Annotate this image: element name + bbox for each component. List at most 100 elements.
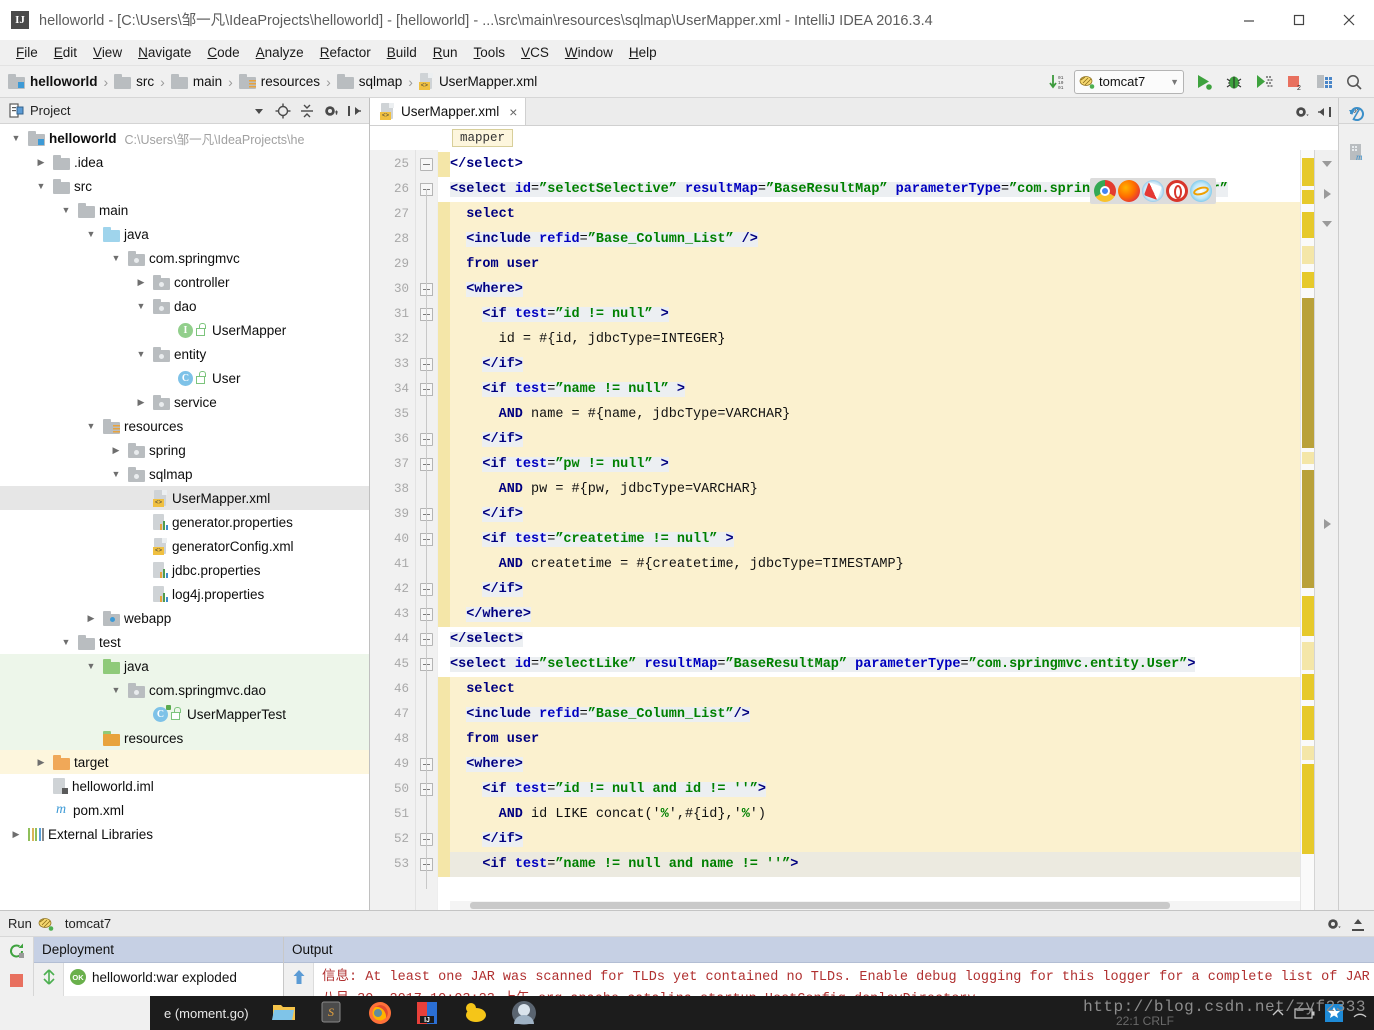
intellij-icon[interactable]: IJ [415,1000,441,1026]
browser-launch-popup[interactable] [1090,178,1216,204]
chevron-down-icon[interactable]: ▼ [108,685,124,695]
refresh-icon[interactable] [1345,102,1369,126]
code-line[interactable]: </if> [450,502,1300,527]
breadcrumb-sqlmap[interactable]: sqlmap [336,74,402,89]
close-icon[interactable]: × [509,104,517,120]
prev-occurrence-icon[interactable] [1317,214,1337,234]
breadcrumb-helloworld[interactable]: helloworld [8,74,98,89]
maven-projects-icon[interactable]: m [1345,140,1369,164]
chevron-right-icon[interactable]: ▶ [133,277,149,288]
chevron-down-icon[interactable]: ▼ [133,349,149,359]
breadcrumb-src[interactable]: src [114,74,154,89]
menu-item-edit[interactable]: Edit [46,43,85,62]
minimize-icon[interactable] [1224,0,1274,40]
firefox-icon[interactable] [1118,180,1140,202]
tree-node-spring[interactable]: ▶ spring [0,438,369,462]
gear-icon[interactable] [1324,914,1344,934]
code-text-area[interactable]: </select> <select id=”selectSelective” re… [450,150,1300,910]
tree-node-sqlmap[interactable]: ▼ sqlmap [0,462,369,486]
deployment-item[interactable]: OK helloworld:war exploded [64,963,283,985]
tree-node-resources[interactable]: · resources [0,726,369,750]
tree-node-resources[interactable]: ▼ resources [0,414,369,438]
code-line[interactable]: <include refid=”Base_Column_List” /> [450,227,1300,252]
chevron-down-icon[interactable]: ▼ [108,469,124,479]
code-line[interactable]: </if> [450,352,1300,377]
code-line[interactable]: <if test=”name != null” > [450,377,1300,402]
tree-node-com-springmvc-dao[interactable]: ▼ com.springmvc.dao [0,678,369,702]
code-line[interactable]: AND id LIKE concat('%',#{id},'%') [450,802,1300,827]
chevron-down-icon[interactable] [1317,154,1337,174]
tree-node-java[interactable]: ▼ java [0,654,369,678]
rerun-icon[interactable] [7,941,27,961]
opera-icon[interactable] [1166,180,1188,202]
horizontal-scroll-thumb[interactable] [470,902,1170,909]
tree-node-jdbc-properties[interactable]: · jdbc.properties [0,558,369,582]
code-line[interactable]: <if test=”id != null and id != ''”> [450,777,1300,802]
chevron-down-icon[interactable]: ▼ [58,637,74,647]
breadcrumb-main[interactable]: main [170,74,222,89]
chevron-right-icon[interactable]: ▶ [33,757,49,768]
code-line[interactable]: from user [450,252,1300,277]
tree-node-com-springmvc[interactable]: ▼ com.springmvc [0,246,369,270]
stop-icon[interactable] [7,971,27,991]
tree-node-pom-xml[interactable]: · m pom.xml [0,798,369,822]
debug-icon[interactable] [1220,68,1248,96]
chevron-down-icon[interactable]: ▼ [83,421,99,431]
deploy-icon[interactable] [39,967,59,987]
gear-icon[interactable] [1292,102,1312,122]
file-explorer-icon[interactable] [271,1000,297,1026]
project-tree[interactable]: ▼ helloworld C:\Users\邹一凡\IdeaProjects\he ▶… [0,124,369,910]
code-line[interactable]: <where> [450,752,1300,777]
maximize-icon[interactable] [1274,0,1324,40]
tree-node-external-libraries[interactable]: ▶ External Libraries [0,822,369,846]
tree-node-service[interactable]: ▶ service [0,390,369,414]
duck-icon[interactable] [463,1000,489,1026]
menu-item-build[interactable]: Build [379,43,425,62]
tree-node-user[interactable]: · C User [0,366,369,390]
editor-tab-usermapper-xml[interactable]: <> UserMapper.xml × [370,98,527,125]
tree-node-controller[interactable]: ▶ controller [0,270,369,294]
tree-node-usermappertest[interactable]: · C UserMapperTest [0,702,369,726]
chevron-down-icon[interactable] [249,101,269,121]
editor-horizontal-scrollbar[interactable] [450,901,1300,910]
code-line[interactable]: <if test=”createtime != null” > [450,527,1300,552]
hide-icon[interactable] [1348,914,1368,934]
code-line[interactable]: </if> [450,577,1300,602]
menu-item-run[interactable]: Run [425,43,466,62]
breadcrumb-mapper[interactable]: mapper [452,129,514,147]
chevron-right-icon[interactable]: ▶ [8,829,24,840]
avatar-icon[interactable] [511,1000,537,1026]
tree-node-generatorconfig-xml[interactable]: · <>generatorConfig.xml [0,534,369,558]
menu-item-navigate[interactable]: Navigate [130,43,199,62]
menu-item-analyze[interactable]: Analyze [248,43,312,62]
code-line[interactable]: <if test=”name != null and name != ''”> [450,852,1300,877]
breadcrumb-usermapper-xml[interactable]: <> UserMapper.xml [418,73,537,90]
locate-icon[interactable] [273,101,293,121]
code-line[interactable]: from user [450,727,1300,752]
tree-node-webapp[interactable]: ▶ webapp [0,606,369,630]
run-coverage-icon[interactable] [1250,68,1278,96]
menu-item-file[interactable]: File [8,43,46,62]
chevron-right-icon[interactable]: ▶ [83,613,99,624]
stop-icon[interactable]: 2 [1280,68,1308,96]
chevron-right-icon[interactable]: ▶ [133,397,149,408]
code-line[interactable]: <where> [450,277,1300,302]
sublime-icon[interactable]: S [319,1000,345,1026]
tree-node-target[interactable]: ▶ target [0,750,369,774]
scroll-up-icon[interactable] [289,967,309,987]
hide-icon[interactable] [345,101,365,121]
chrome-icon[interactable] [1094,180,1116,202]
scroll-down-icon[interactable] [1317,514,1337,534]
tree-node-log4j-properties[interactable]: · log4j.properties [0,582,369,606]
code-line[interactable]: </select> [450,627,1300,652]
code-line[interactable]: AND name = #{name, jdbcType=VARCHAR} [450,402,1300,427]
code-line[interactable]: </if> [450,827,1300,852]
tree-node-helloworld[interactable]: ▼ helloworld C:\Users\邹一凡\IdeaProjects\he [0,126,369,150]
code-line[interactable]: <if test=”pw != null” > [450,452,1300,477]
chevron-right-icon[interactable]: ▶ [33,157,49,168]
tree-node-usermapper[interactable]: · I UserMapper [0,318,369,342]
chevron-right-icon[interactable]: ▶ [108,445,124,456]
fold-collapse-icon[interactable] [420,158,433,171]
chevron-down-icon[interactable]: ▼ [8,133,24,143]
tree-node--idea[interactable]: ▶ .idea [0,150,369,174]
